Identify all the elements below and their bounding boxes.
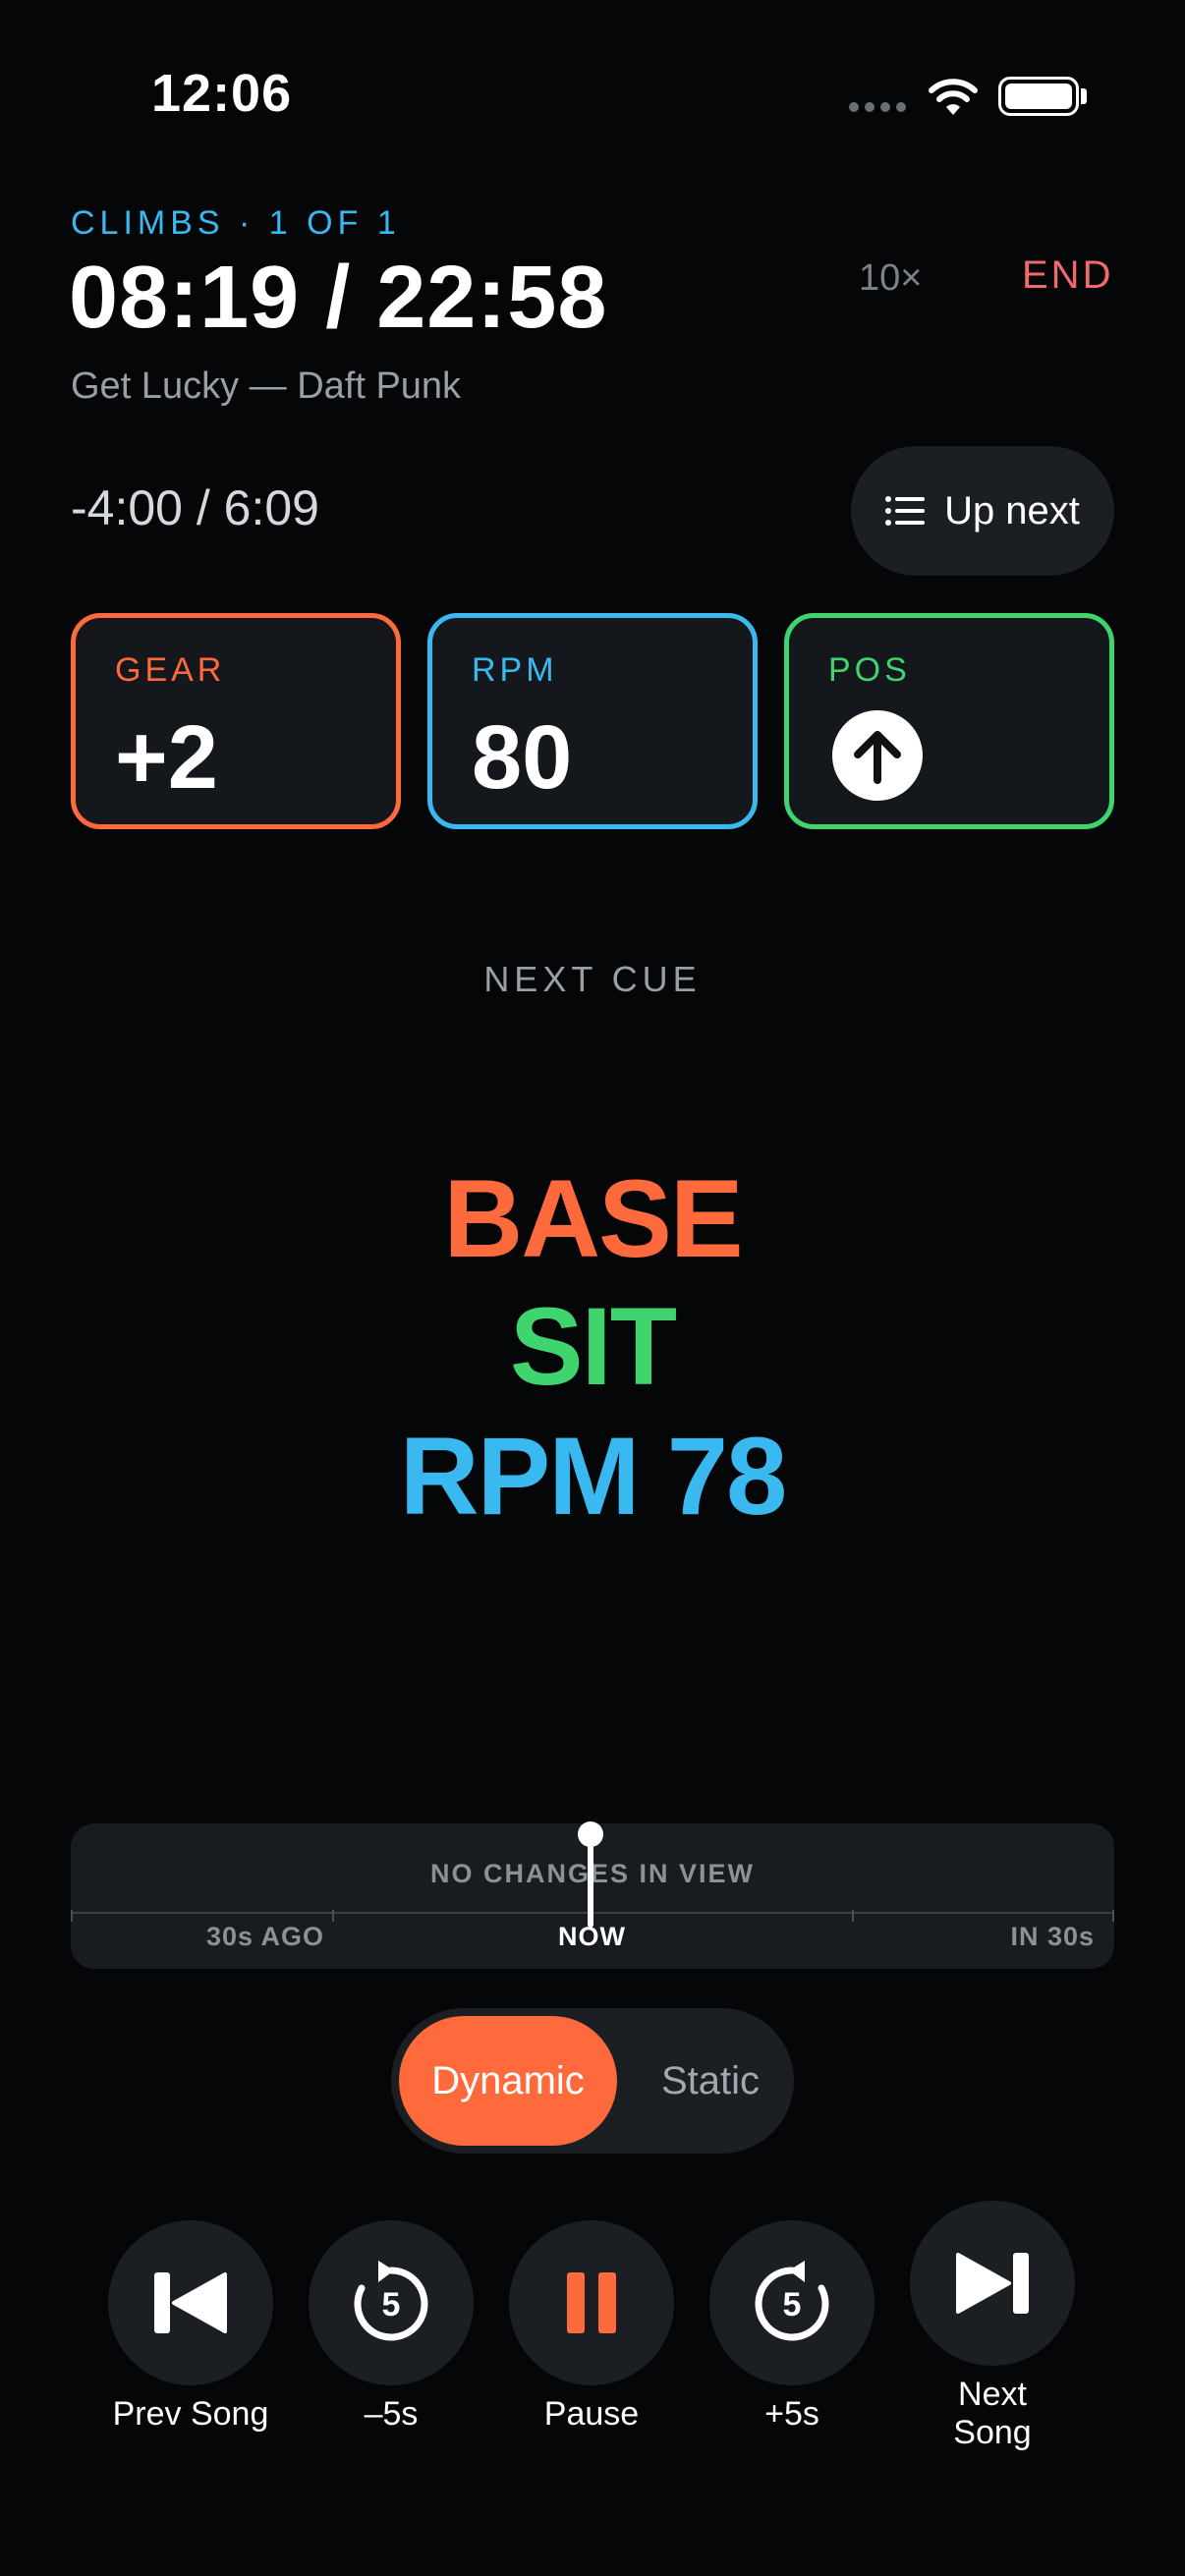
rewind-5s-button[interactable]: 5 xyxy=(309,2220,474,2385)
gear-card: GEAR +2 xyxy=(71,613,401,829)
status-time: 12:06 xyxy=(151,64,293,123)
pause-button[interactable] xyxy=(509,2220,674,2385)
wifi-icon xyxy=(929,79,978,115)
rpm-card: RPM 80 xyxy=(427,613,758,829)
rewind-5-number: 5 xyxy=(382,2286,401,2324)
battery-icon xyxy=(998,77,1079,116)
song-time: -4:00 / 6:09 xyxy=(71,480,319,535)
forward-5-icon: 5 xyxy=(755,2261,829,2341)
list-icon xyxy=(885,496,926,526)
workout-elapsed-time: 08:19 / 22:58 xyxy=(69,249,608,347)
up-next-button[interactable]: Up next xyxy=(851,446,1114,576)
rpm-label: RPM xyxy=(472,651,558,689)
section-label: CLIMBS · 1 OF 1 xyxy=(71,204,401,242)
end-button[interactable]: END xyxy=(1022,253,1113,298)
pause-icon xyxy=(567,2272,616,2333)
mode-dynamic-button[interactable]: Dynamic xyxy=(399,2016,617,2146)
pos-card: POS xyxy=(784,613,1114,829)
cellular-signal-icon xyxy=(849,102,908,114)
current-song: Get Lucky — Daft Punk xyxy=(71,365,462,407)
next-song-label-line2: Song xyxy=(953,2414,1032,2452)
cue-line-1: BASE xyxy=(443,1157,743,1280)
rewind-5-icon: 5 xyxy=(354,2261,428,2341)
next-song-button[interactable] xyxy=(910,2201,1075,2366)
forward-5s-button[interactable]: 5 xyxy=(709,2220,875,2385)
up-next-label: Up next xyxy=(944,488,1080,532)
rpm-value: 80 xyxy=(472,707,573,808)
timeline-tick xyxy=(332,1910,334,1922)
gear-value: +2 xyxy=(115,707,218,808)
timeline-past-label: 30s AGO xyxy=(206,1922,325,1951)
arrow-up-icon xyxy=(832,710,923,801)
timeline-future-label: IN 30s xyxy=(1010,1922,1095,1951)
pos-label: POS xyxy=(828,651,911,689)
forward-5-number: 5 xyxy=(783,2286,802,2324)
timeline-tick xyxy=(852,1910,854,1922)
timeline-tick xyxy=(71,1910,73,1922)
next-cue-label: NEXT CUE xyxy=(483,959,702,999)
battery-nub xyxy=(1081,88,1087,104)
timeline-tick xyxy=(1112,1910,1114,1922)
speed-multiplier-button[interactable]: 10× xyxy=(859,257,922,300)
skip-back-icon xyxy=(154,2272,227,2333)
next-song-label: Next Song xyxy=(875,2376,1110,2452)
timeline-playhead-knob xyxy=(578,1821,603,1847)
next-song-label-line1: Next xyxy=(958,2376,1027,2413)
gear-label: GEAR xyxy=(115,651,226,689)
timeline-playhead xyxy=(588,1833,593,1928)
prev-song-button[interactable] xyxy=(108,2220,273,2385)
cue-line-3: RPM 78 xyxy=(399,1415,788,1538)
skip-forward-icon xyxy=(956,2253,1029,2314)
mode-static-button[interactable]: Static xyxy=(637,2016,784,2146)
mode-segmented-control: Dynamic Static xyxy=(391,2008,794,2154)
cue-line-2: SIT xyxy=(509,1285,677,1408)
